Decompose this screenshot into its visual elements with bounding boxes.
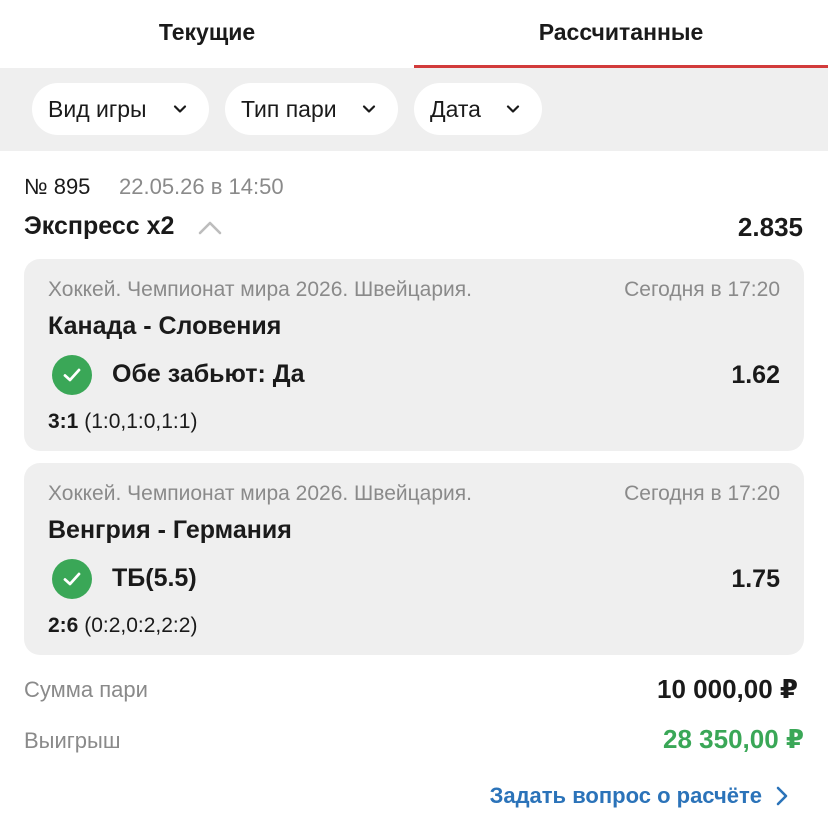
- filter-bar: Вид игры Тип пари Дата: [0, 68, 828, 151]
- event-period-scores: (1:0,1:0,1:1): [84, 410, 198, 433]
- event-tournament: Хоккей. Чемпионат мира 2026. Швейцария.: [48, 482, 472, 505]
- event-tournament: Хоккей. Чемпионат мира 2026. Швейцария.: [48, 278, 472, 301]
- event-score: 3:1 (1:0,1:0,1:1): [48, 410, 197, 434]
- chevron-right-icon: [776, 786, 788, 806]
- filter-bet-type-label: Тип пари: [241, 95, 337, 122]
- check-icon: [52, 559, 92, 599]
- event-score: 2:6 (0:2,0:2,2:2): [48, 614, 197, 638]
- event-outcome: ТБ(5.5): [112, 564, 197, 592]
- total-odds: 2.835: [737, 212, 803, 242]
- event-time: Сегодня в 17:20: [624, 482, 780, 505]
- bet-history-tabs: Текущие Рассчитанные: [0, 0, 828, 68]
- event-period-scores: (0:2,0:2,2:2): [84, 614, 198, 637]
- chevron-down-icon: [506, 105, 520, 113]
- event-outcome: Обе забьют: Да: [112, 360, 305, 388]
- filter-bet-type[interactable]: Тип пари: [225, 83, 398, 135]
- filter-date-label: Дата: [430, 95, 481, 122]
- win-value: 28 350,00 ₽: [663, 724, 804, 754]
- tab-settled[interactable]: Рассчитанные: [414, 0, 828, 68]
- filter-game-type-label: Вид игры: [48, 95, 147, 122]
- bet-type: Экспресс x2: [24, 212, 175, 240]
- ask-question-link[interactable]: Задать вопрос о расчёте: [490, 783, 788, 809]
- event-teams: Канада - Словения: [48, 312, 282, 340]
- filter-date[interactable]: Дата: [414, 83, 542, 135]
- event-odds: 1.75: [731, 565, 780, 593]
- chevron-down-icon: [362, 105, 376, 113]
- event-time: Сегодня в 17:20: [624, 278, 780, 301]
- tab-current[interactable]: Текущие: [0, 0, 414, 68]
- stake-label: Сумма пари: [24, 677, 148, 702]
- win-label: Выигрыш: [24, 728, 121, 753]
- bet-number: № 895: [24, 174, 91, 199]
- bet-date: 22.05.26 в 14:50: [119, 174, 284, 199]
- ask-question-label: Задать вопрос о расчёте: [489, 783, 762, 808]
- filter-game-type[interactable]: Вид игры: [32, 83, 209, 135]
- stake-value: 10 000,00 ₽: [657, 674, 798, 704]
- bet-event-card: Хоккей. Чемпионат мира 2026. Швейцария. …: [24, 259, 804, 451]
- chevron-down-icon: [173, 105, 187, 113]
- event-odds: 1.62: [731, 361, 780, 389]
- event-final-score: 2:6: [48, 614, 79, 637]
- event-teams: Венгрия - Германия: [48, 516, 292, 544]
- bet-event-card: Хоккей. Чемпионат мира 2026. Швейцария. …: [24, 463, 804, 655]
- check-icon: [52, 355, 92, 395]
- event-final-score: 3:1: [48, 410, 79, 433]
- chevron-up-icon[interactable]: [197, 219, 223, 237]
